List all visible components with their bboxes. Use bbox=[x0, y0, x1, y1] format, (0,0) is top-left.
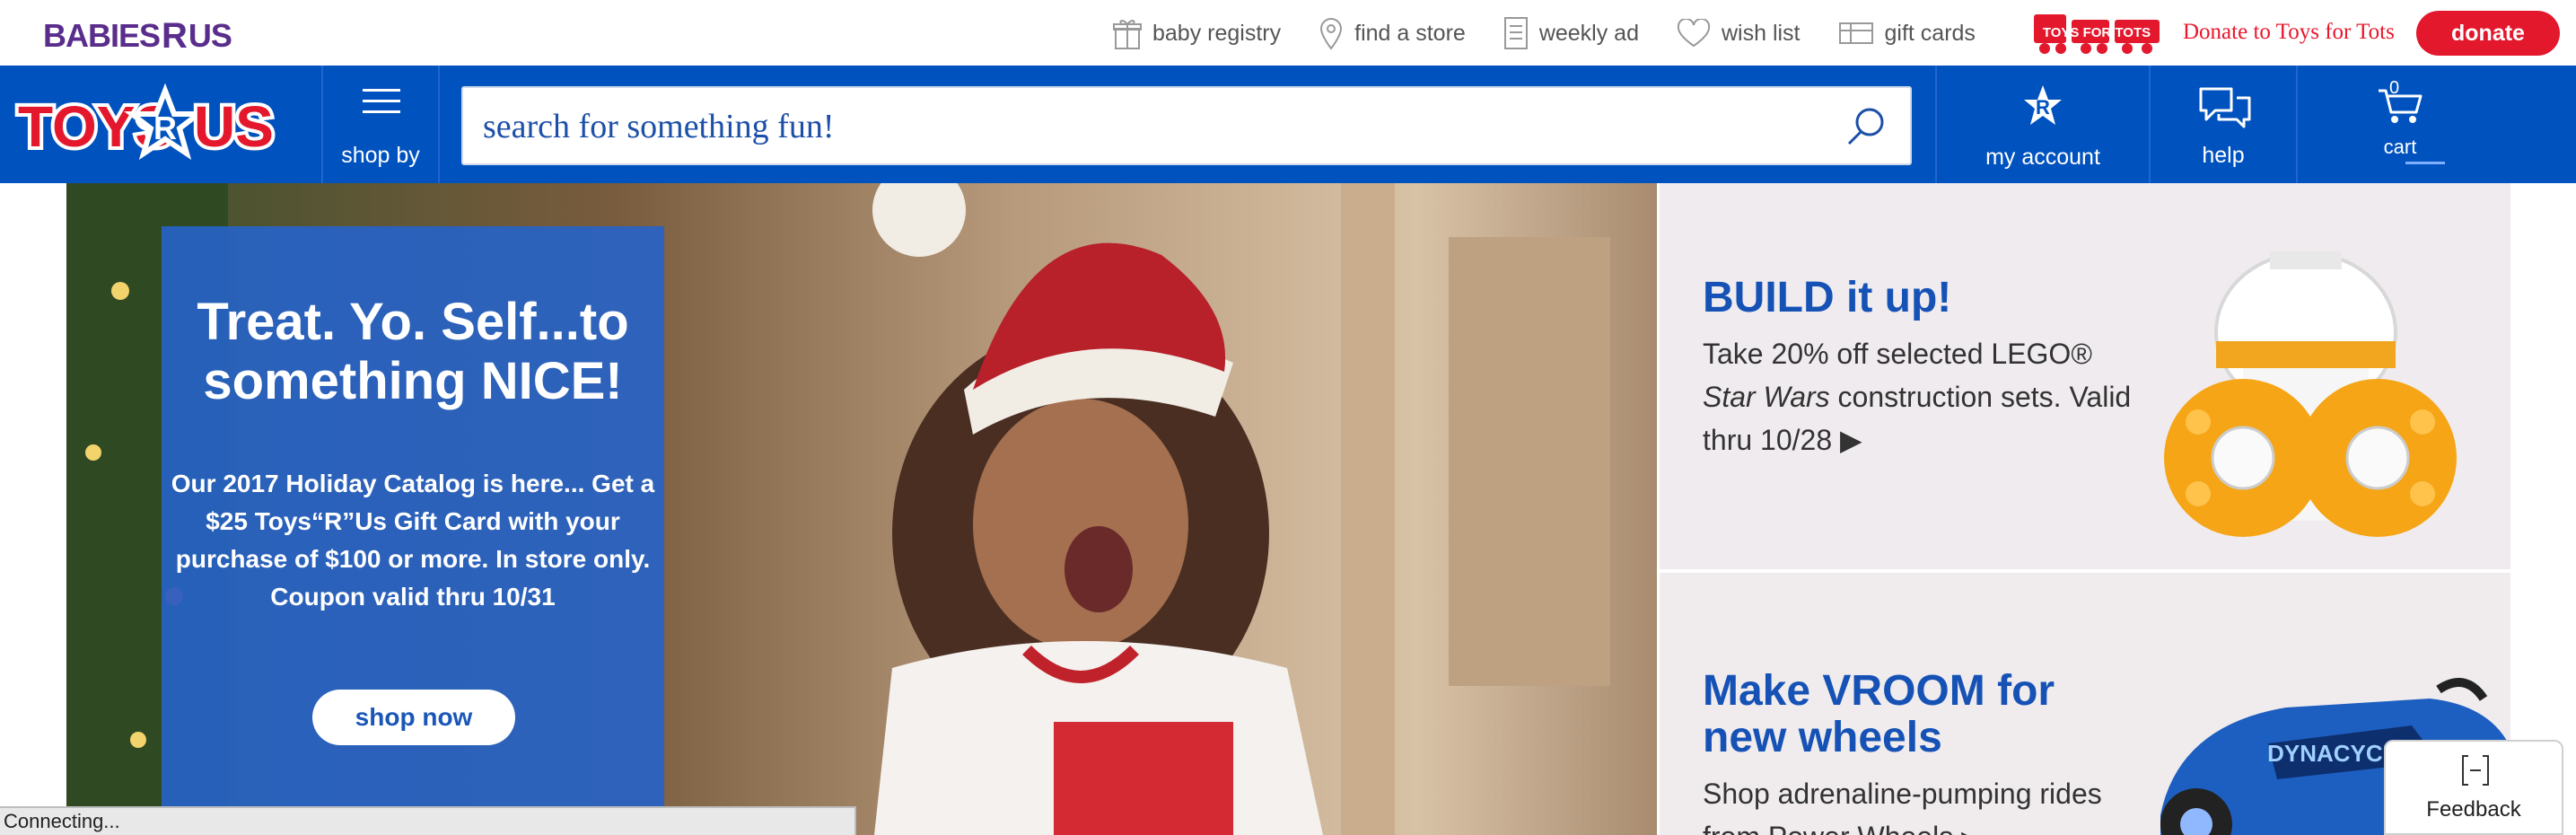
gift-cards-link[interactable]: gift cards bbox=[1838, 21, 1976, 47]
wish-list-label: wish list bbox=[1721, 20, 1801, 46]
cart-button[interactable]: 0 cart bbox=[2298, 66, 2576, 183]
weekly-ad-label: weekly ad bbox=[1538, 20, 1639, 46]
help-label: help bbox=[2202, 143, 2245, 168]
donate-toys-for-tots-text[interactable]: Donate to Toys for Tots bbox=[2183, 20, 2395, 45]
gift-card-icon bbox=[1838, 22, 1873, 44]
hero-banner[interactable]: Treat. Yo. Self...to something NICE! Our… bbox=[66, 183, 1657, 835]
chat-bubbles-icon bbox=[2199, 87, 2251, 128]
header-divider bbox=[321, 66, 323, 183]
toys-r-us-logo[interactable]: TOYS R US bbox=[14, 84, 284, 166]
cart-icon bbox=[2379, 89, 2423, 123]
gift-cards-label: gift cards bbox=[1884, 20, 1976, 46]
browser-status-bar: Connecting... bbox=[0, 806, 856, 835]
feedback-button[interactable]: Feedback bbox=[2384, 740, 2563, 835]
header-divider bbox=[438, 66, 440, 183]
logo-r: R bbox=[153, 110, 177, 146]
gift-icon bbox=[1113, 20, 1142, 49]
weekly-ad-link[interactable]: weekly ad bbox=[1503, 16, 1639, 50]
wish-list-link[interactable]: wish list bbox=[1677, 19, 1801, 48]
find-a-store-link[interactable]: find a store bbox=[1319, 16, 1466, 50]
shop-now-button[interactable]: shop now bbox=[312, 690, 515, 745]
toys-for-tots-logo[interactable]: TOYS FOR TOTS bbox=[2030, 11, 2163, 56]
hero-promo-panel: Treat. Yo. Self...to something NICE! Our… bbox=[162, 226, 664, 835]
hamburger-menu-icon bbox=[363, 89, 400, 113]
search-icon[interactable] bbox=[1845, 106, 1887, 147]
promo-text[interactable]: Shop adrenaline-pumping rides from Power… bbox=[1703, 772, 2134, 835]
feedback-label: Feedback bbox=[2426, 797, 2521, 822]
baby-registry-label: baby registry bbox=[1152, 20, 1282, 46]
heart-icon bbox=[1677, 19, 1711, 48]
cart-label: cart bbox=[2383, 136, 2417, 158]
promo-text-part: Take 20% off selected LEGO® bbox=[1703, 338, 2092, 370]
svg-text:R: R bbox=[2036, 96, 2050, 119]
shop-by-label: shop by bbox=[341, 143, 420, 168]
promo-text[interactable]: Take 20% off selected LEGO® Star Wars co… bbox=[1703, 332, 2134, 461]
cart-underline bbox=[2405, 162, 2445, 164]
logo-word-us: US bbox=[194, 94, 274, 159]
babies-logo-us: US bbox=[188, 17, 232, 54]
hero-title: Treat. Yo. Self...to something NICE! bbox=[197, 293, 629, 410]
map-pin-icon bbox=[1320, 18, 1343, 50]
babies-r-us-logo[interactable]: BABIES R US bbox=[43, 14, 232, 57]
main-header: TOYS R US shop by R my account bbox=[0, 66, 2576, 183]
toys-for-tots-logo-text: TOYS FOR TOTS bbox=[2043, 25, 2151, 40]
lego-droid-image bbox=[2164, 251, 2457, 537]
utility-links: baby registry find a store weekly ad wis… bbox=[1113, 13, 2013, 54]
account-icon: R bbox=[2024, 85, 2062, 125]
hero-body: Our 2017 Holiday Catalog is here... Get … bbox=[171, 470, 655, 611]
search-bar bbox=[461, 86, 1912, 165]
help-button[interactable]: help bbox=[2151, 66, 2296, 183]
baby-registry-link[interactable]: baby registry bbox=[1113, 16, 1281, 50]
shop-by-button[interactable]: shop by bbox=[325, 66, 436, 183]
my-account-button[interactable]: R my account bbox=[1937, 66, 2149, 183]
babies-logo-r: R bbox=[162, 15, 188, 56]
promo-title: Make VROOM for new wheels bbox=[1703, 667, 2055, 761]
search-input[interactable] bbox=[481, 88, 1813, 165]
babies-logo-word: BABIES bbox=[43, 17, 161, 54]
promo-lego-star-wars[interactable]: BUILD it up! Take 20% off selected LEGO®… bbox=[1660, 183, 2510, 569]
promo-text-italic: Star Wars bbox=[1703, 381, 1830, 413]
promo-title: BUILD it up! bbox=[1703, 274, 1952, 321]
collapse-icon bbox=[2462, 755, 2489, 786]
donate-button[interactable]: donate bbox=[2416, 11, 2560, 56]
document-icon bbox=[1503, 17, 1528, 49]
find-a-store-label: find a store bbox=[1354, 20, 1466, 46]
utility-bar: BABIES R US baby registry find a store w… bbox=[0, 0, 2576, 66]
my-account-label: my account bbox=[1985, 145, 2100, 170]
promo-power-wheels[interactable]: Make VROOM for new wheels Shop adrenalin… bbox=[1660, 573, 2510, 835]
